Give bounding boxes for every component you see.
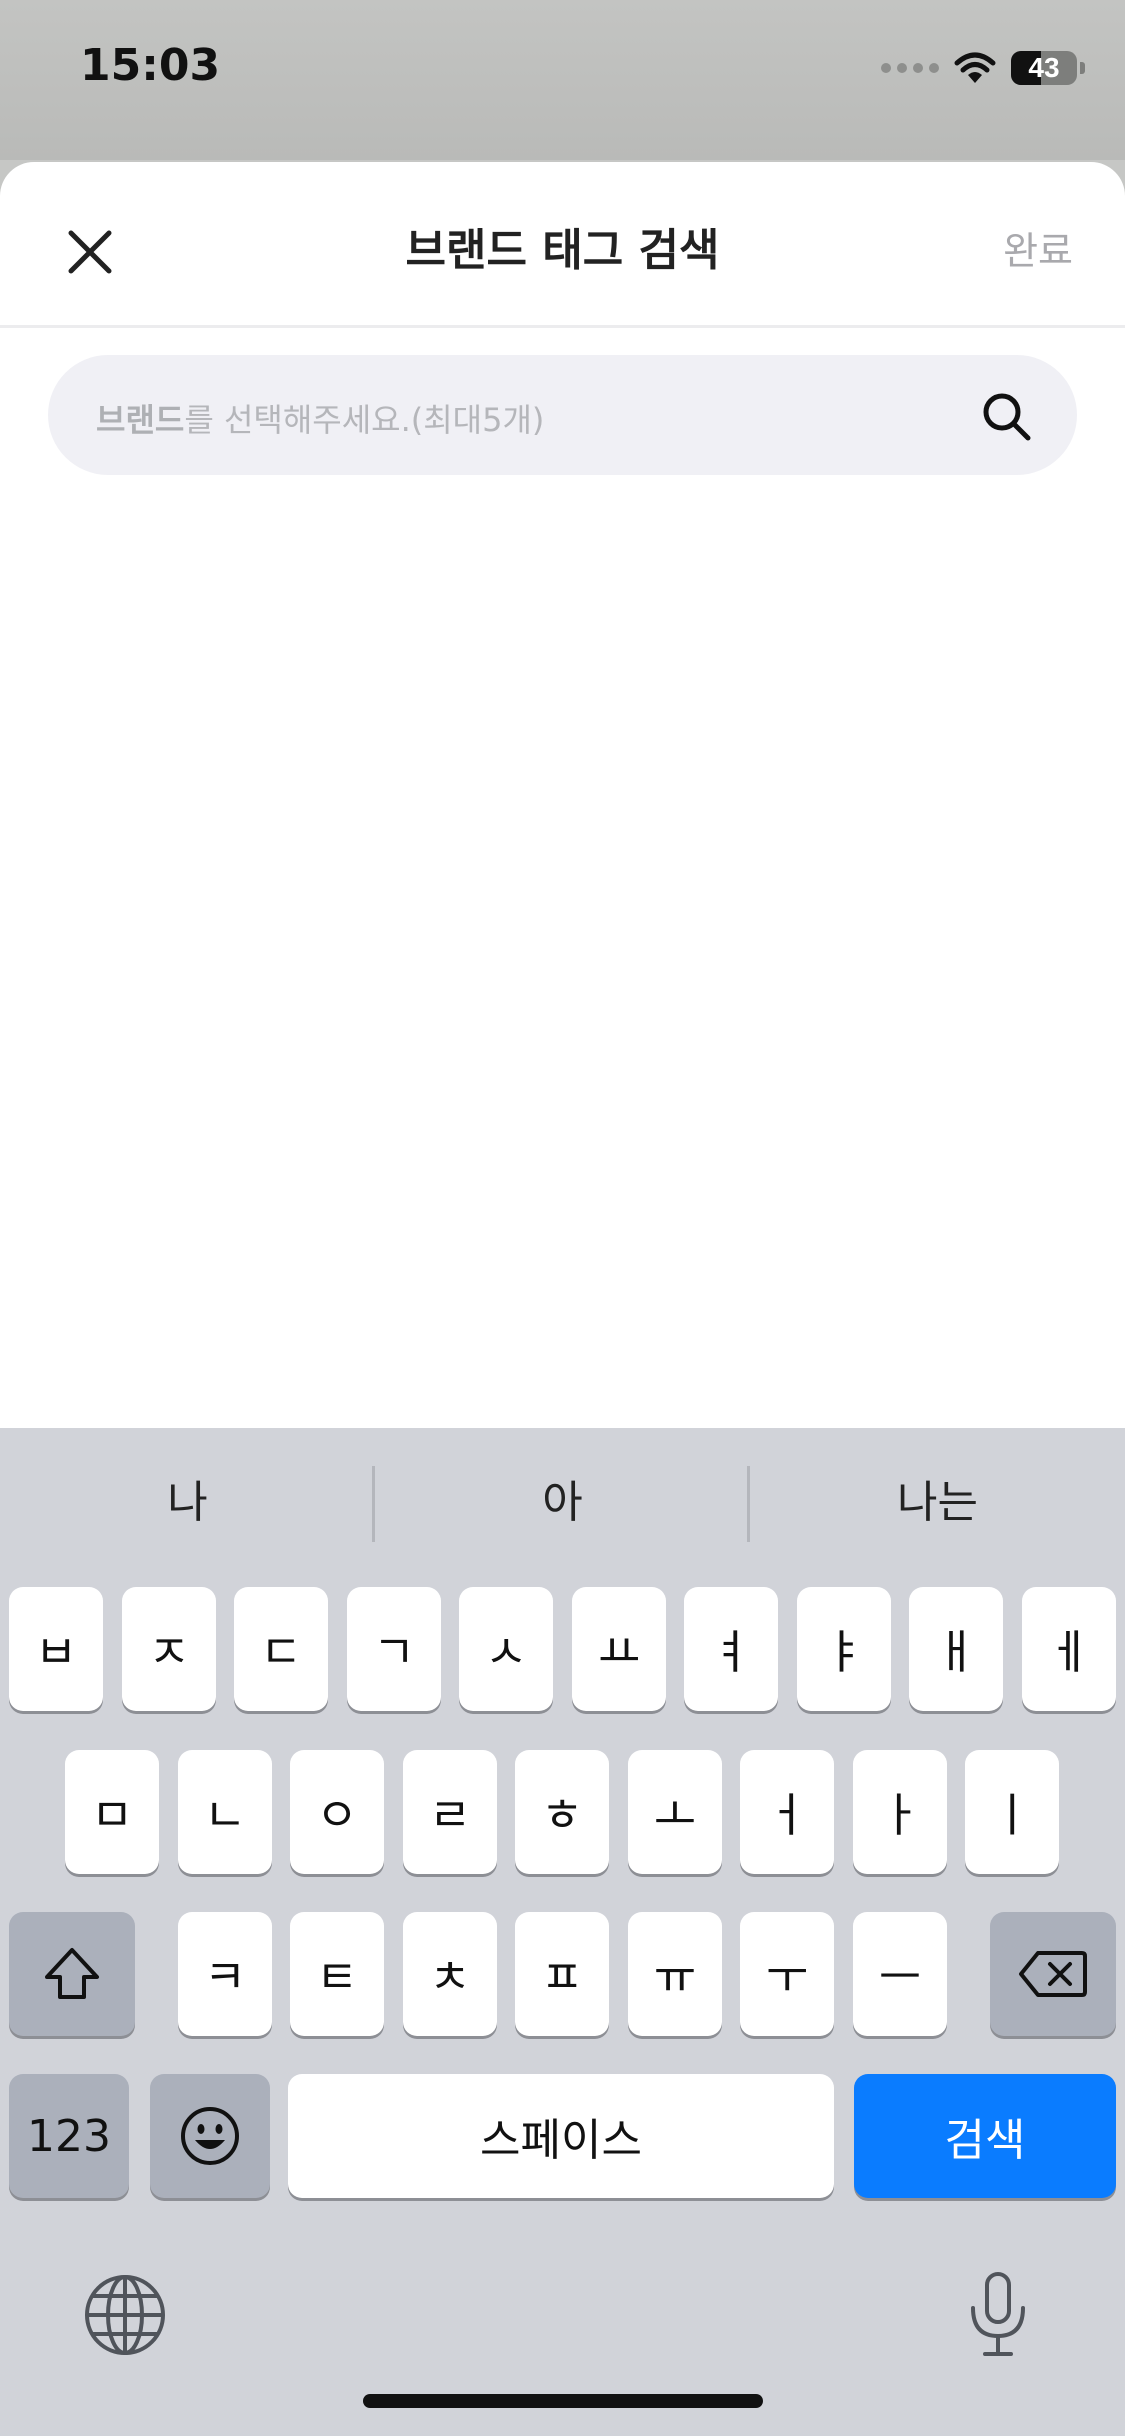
microphone-icon (971, 2272, 1025, 2356)
key[interactable]: ㅌ (290, 1912, 384, 2036)
status-time: 15:03 (80, 40, 221, 91)
done-button[interactable]: 완료 (1003, 220, 1073, 275)
key[interactable]: ㅐ (909, 1587, 1003, 1711)
key[interactable]: ㅣ (965, 1750, 1059, 1874)
shift-key[interactable] (9, 1912, 135, 2036)
key[interactable]: ㅜ (740, 1912, 834, 2036)
search-icon[interactable] (979, 389, 1033, 443)
emoji-key[interactable] (150, 2074, 270, 2198)
suggestion-item[interactable]: 나는 (750, 1468, 1125, 1538)
suggestion-item[interactable]: 아 (375, 1468, 750, 1538)
suggestion-item[interactable]: 나 (0, 1468, 375, 1538)
key[interactable]: ㄷ (234, 1587, 328, 1711)
key[interactable]: ㅁ (65, 1750, 159, 1874)
key[interactable]: ㄹ (403, 1750, 497, 1874)
cellular-signal-icon (881, 63, 939, 73)
suggestion-bar: 나 아 나는 (0, 1428, 1125, 1578)
key[interactable]: ㅋ (178, 1912, 272, 2036)
key[interactable]: ㅈ (122, 1587, 216, 1711)
battery-icon: 43 (1011, 51, 1077, 85)
space-key[interactable]: 스페이스 (288, 2074, 834, 2198)
backspace-icon (1019, 1951, 1087, 1997)
globe-icon (85, 2275, 165, 2355)
status-bar: 15:03 43 (0, 0, 1125, 160)
sheet-header: 브랜드 태그 검색 완료 (0, 162, 1125, 328)
numbers-key[interactable]: 123 (9, 2074, 129, 2198)
search-key[interactable]: 검색 (854, 2074, 1116, 2198)
key[interactable]: ㅓ (740, 1750, 834, 1874)
key[interactable]: ㅔ (1022, 1587, 1116, 1711)
placeholder-bold: 브랜드 (96, 401, 185, 439)
key[interactable]: ㅎ (515, 1750, 609, 1874)
placeholder-rest: 를 선택해주세요.(최대5개) (184, 401, 545, 439)
search-placeholder: 브랜드를 선택해주세요.(최대5개) (96, 395, 544, 441)
key[interactable]: ㅇ (290, 1750, 384, 1874)
battery-level: 43 (1028, 52, 1060, 83)
key[interactable]: ㅂ (9, 1587, 103, 1711)
brand-search-input[interactable]: 브랜드를 선택해주세요.(최대5개) (48, 355, 1077, 475)
wifi-icon (954, 52, 996, 83)
key[interactable]: ㅍ (515, 1912, 609, 2036)
key[interactable]: ㅑ (797, 1587, 891, 1711)
key[interactable]: ㄴ (178, 1750, 272, 1874)
keyboard: 나 아 나는 ㅂ ㅈ ㄷ ㄱ ㅅ ㅛ ㅕ ㅑ ㅐ ㅔ ㅁ ㄴ ㅇ ㄹ ㅎ ㅗ ㅓ… (0, 1428, 1125, 2436)
globe-button[interactable] (80, 2270, 170, 2360)
key[interactable]: ㅊ (403, 1912, 497, 2036)
key[interactable]: ㅅ (459, 1587, 553, 1711)
backspace-key[interactable] (990, 1912, 1116, 2036)
key[interactable]: ㄱ (347, 1587, 441, 1711)
microphone-button[interactable] (953, 2270, 1043, 2360)
key[interactable]: ㅡ (853, 1912, 947, 2036)
key[interactable]: ㅠ (628, 1912, 722, 2036)
key[interactable]: ㅏ (853, 1750, 947, 1874)
shift-icon (45, 1948, 99, 1999)
key[interactable]: ㅗ (628, 1750, 722, 1874)
home-indicator[interactable] (363, 2394, 763, 2408)
page-title: 브랜드 태그 검색 (405, 225, 720, 276)
key[interactable]: ㅛ (572, 1587, 666, 1711)
status-indicators: 43 (881, 46, 1085, 90)
emoji-icon (181, 2107, 239, 2165)
key[interactable]: ㅕ (684, 1587, 778, 1711)
